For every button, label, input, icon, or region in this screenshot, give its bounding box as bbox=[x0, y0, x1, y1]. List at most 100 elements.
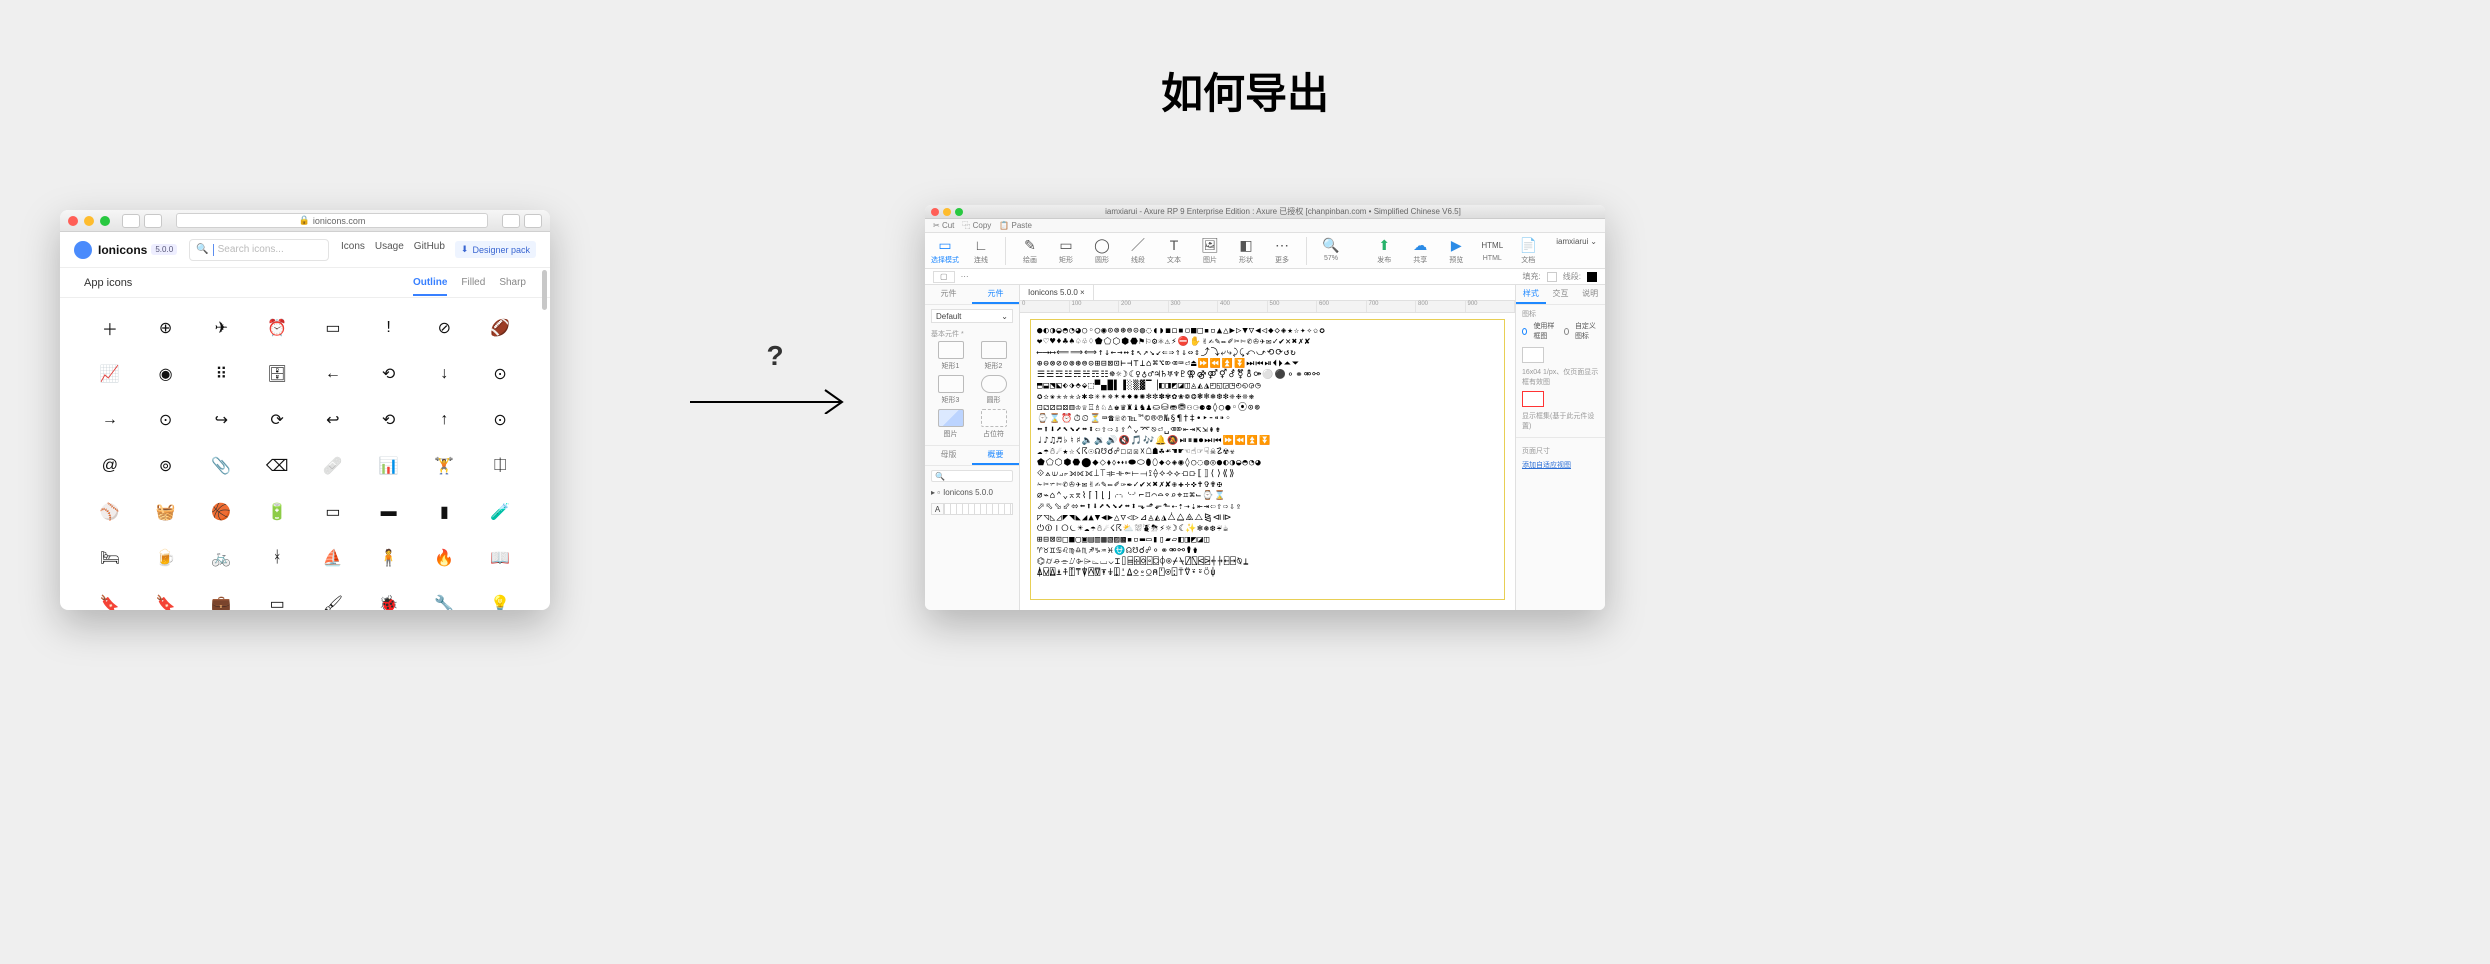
rp-tab-interact[interactable]: 交互 bbox=[1546, 285, 1576, 304]
shape-rect2[interactable] bbox=[981, 341, 1007, 359]
browsers-icon[interactable]: ▭ bbox=[249, 590, 305, 610]
scrollbar-thumb[interactable] bbox=[542, 270, 547, 310]
analytics-icon[interactable]: 📈 bbox=[82, 360, 138, 388]
tool-html[interactable]: HTML HTML bbox=[1480, 237, 1504, 262]
library-dropdown[interactable]: Default⌄ bbox=[931, 309, 1013, 323]
arrow-redo-circle-icon[interactable]: ⟳ bbox=[249, 406, 305, 434]
shape-placeholder[interactable] bbox=[981, 409, 1007, 427]
radio-sketch[interactable] bbox=[1522, 328, 1527, 335]
bluetooth-icon[interactable]: ᚼ bbox=[249, 544, 305, 572]
tool-docs[interactable]: 📄 文档 bbox=[1516, 237, 1540, 265]
arrow-back-circle-icon[interactable]: ⟲ bbox=[361, 360, 417, 388]
lp-tab-outline[interactable]: 概要 bbox=[972, 446, 1019, 465]
arrow-back-icon[interactable]: ← bbox=[305, 360, 361, 388]
add-adaptive-view-link[interactable]: 添加自适应视图 bbox=[1516, 458, 1605, 472]
rp-tab-notes[interactable]: 说明 bbox=[1575, 285, 1605, 304]
basketball-icon[interactable]: 🏀 bbox=[194, 498, 250, 526]
build-icon[interactable]: 🔧 bbox=[417, 590, 473, 610]
at-icon[interactable]: @ bbox=[82, 452, 138, 480]
aperture-icon[interactable]: ◉ bbox=[138, 360, 194, 388]
tool-pen[interactable]: ✎ 绘画 bbox=[1018, 237, 1042, 265]
tool-share[interactable]: ☁ 共享 bbox=[1408, 237, 1432, 265]
battery-dead-icon[interactable]: ▭ bbox=[305, 498, 361, 526]
apps-icon[interactable]: ⠿ bbox=[194, 360, 250, 388]
nav-github[interactable]: GitHub bbox=[414, 241, 445, 258]
nav-usage[interactable]: Usage bbox=[375, 241, 404, 258]
paste-menu[interactable]: 📋 Paste bbox=[999, 221, 1032, 230]
shape-circle[interactable] bbox=[981, 375, 1007, 393]
address-bar[interactable]: 🔒 ionicons.com bbox=[176, 213, 488, 228]
tool-rect[interactable]: ▭ 矩形 bbox=[1054, 237, 1078, 265]
swatch-highlight[interactable] bbox=[1522, 391, 1544, 407]
body-icon[interactable]: 🧍 bbox=[361, 544, 417, 572]
bicycle-icon[interactable]: 🚲 bbox=[194, 544, 250, 572]
tool-preview[interactable]: ▶ 预览 bbox=[1444, 237, 1468, 265]
tool-shape[interactable]: ◧ 形状 bbox=[1234, 237, 1258, 265]
icon-block-selection[interactable]: ●◐◑◒◓◔◕○◦◯◉⊙⊚⊛⊜⊝◍◌◖◗◼◻◾◽■□▪▫▲△▶▷▼▽◀◁◆◇◈★… bbox=[1030, 319, 1505, 600]
traffic-light-close[interactable] bbox=[931, 208, 939, 216]
alert-icon[interactable]: ! bbox=[361, 314, 417, 342]
basket-icon[interactable]: 🧺 bbox=[138, 498, 194, 526]
outline-search[interactable]: 🔍 bbox=[931, 470, 1013, 482]
lp-tab-pages[interactable]: 元件 bbox=[925, 285, 972, 304]
style-dropdown[interactable]: ▢ bbox=[933, 271, 955, 283]
canvas[interactable]: Ionicons 5.0.0 × 01002003004005006007008… bbox=[1020, 285, 1515, 610]
traffic-light-minimize[interactable] bbox=[943, 208, 951, 216]
tool-more[interactable]: ⋯ 更多 bbox=[1270, 237, 1294, 265]
traffic-light-zoom[interactable] bbox=[955, 208, 963, 216]
arrow-up-circle-icon[interactable]: ⊙ bbox=[472, 406, 528, 434]
archive-icon[interactable]: 🗄 bbox=[249, 360, 305, 388]
at-circle-icon[interactable]: ⊚ bbox=[138, 452, 194, 480]
add-icon[interactable]: ＋ bbox=[82, 314, 138, 342]
nav-back-button[interactable] bbox=[122, 214, 140, 228]
tool-connect[interactable]: ∟ 连线 bbox=[969, 237, 993, 265]
baseball-icon[interactable]: ⚾ bbox=[82, 498, 138, 526]
battery-full-icon[interactable]: ▬ bbox=[361, 498, 417, 526]
bookmark-icon[interactable]: 🔖 bbox=[82, 590, 138, 610]
search-input[interactable]: 🔍 Search icons... bbox=[189, 239, 329, 261]
boat-icon[interactable]: ⛵ bbox=[305, 544, 361, 572]
lp-tab-components[interactable]: 元件 bbox=[972, 285, 1019, 304]
arrow-down-circle-icon[interactable]: ⊙ bbox=[472, 360, 528, 388]
share-button[interactable] bbox=[502, 214, 520, 228]
arrow-up-icon[interactable]: ↑ bbox=[417, 406, 473, 434]
backspace-icon[interactable]: ⌫ bbox=[249, 452, 305, 480]
bar-chart-icon[interactable]: 📊 bbox=[361, 452, 417, 480]
bulb-icon[interactable]: 💡 bbox=[472, 590, 528, 610]
arrow-forward-circle-icon[interactable]: ⊙ bbox=[138, 406, 194, 434]
copy-menu[interactable]: ⿻ Copy bbox=[962, 220, 991, 231]
beer-icon[interactable]: 🍺 bbox=[138, 544, 194, 572]
tab-sharp[interactable]: Sharp bbox=[499, 277, 526, 289]
outline-item[interactable]: ▸ ▫ Ionicons 5.0.0 bbox=[925, 486, 1019, 499]
briefcase-icon[interactable]: 💼 bbox=[194, 590, 250, 610]
tool-circle[interactable]: ◯ 圆形 bbox=[1090, 237, 1114, 265]
tabs-button[interactable] bbox=[524, 214, 542, 228]
book-icon[interactable]: 📖 bbox=[472, 544, 528, 572]
bonfire-icon[interactable]: 🔥 bbox=[417, 544, 473, 572]
alarm-icon[interactable]: ⏰ bbox=[249, 314, 305, 342]
traffic-light-minimize[interactable] bbox=[84, 216, 94, 226]
nav-icons[interactable]: Icons bbox=[341, 241, 365, 258]
bandage-icon[interactable]: 🩹 bbox=[305, 452, 361, 480]
tool-image[interactable]: 🖼 图片 bbox=[1198, 237, 1222, 265]
tab-filled[interactable]: Filled bbox=[461, 277, 485, 289]
bug-icon[interactable]: 🐞 bbox=[361, 590, 417, 610]
shape-rect3[interactable] bbox=[938, 375, 964, 393]
beaker-icon[interactable]: 🧪 bbox=[472, 498, 528, 526]
close-icon[interactable]: × bbox=[1080, 288, 1085, 297]
designer-pack-button[interactable]: ⬇ Designer pack bbox=[455, 241, 536, 258]
brush-icon[interactable]: 🖌 bbox=[305, 590, 361, 610]
american-football-icon[interactable]: 🏈 bbox=[472, 314, 528, 342]
nav-forward-button[interactable] bbox=[144, 214, 162, 228]
tool-line[interactable]: ／ 线段 bbox=[1126, 237, 1150, 265]
barcode-icon[interactable]: ⎅ bbox=[472, 452, 528, 480]
lp-tab-master[interactable]: 母版 bbox=[925, 446, 972, 465]
rp-tab-style[interactable]: 样式 bbox=[1516, 285, 1546, 304]
cut-menu[interactable]: ✂ Cut bbox=[933, 221, 954, 230]
line-swatch[interactable] bbox=[1587, 272, 1597, 282]
arrow-undo-circle-icon[interactable]: ⟲ bbox=[361, 406, 417, 434]
user-menu[interactable]: iamxiarui⌄ bbox=[1556, 237, 1597, 246]
albums-icon[interactable]: ▭ bbox=[305, 314, 361, 342]
traffic-light-zoom[interactable] bbox=[100, 216, 110, 226]
tab-outline[interactable]: Outline bbox=[413, 277, 447, 296]
